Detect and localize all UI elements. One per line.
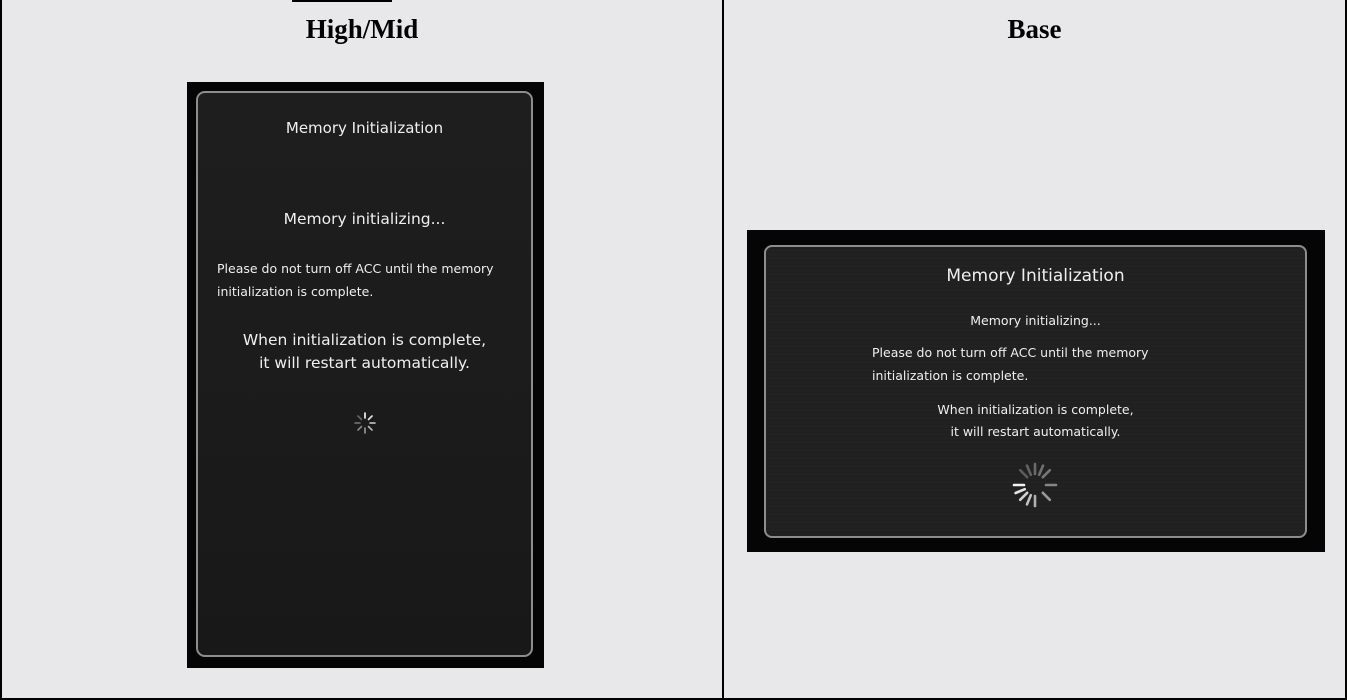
column-header-base: Base: [1007, 14, 1062, 44]
warning-text-line1: Please do not turn off ACC until the mem…: [872, 345, 1149, 360]
restart-text-line2: it will restart automatically.: [950, 424, 1121, 439]
loading-spinner-icon: [354, 412, 376, 434]
high-mid-display: Memory Initialization Memory initializin…: [187, 82, 544, 668]
dialog-title: Memory Initialization: [946, 266, 1125, 286]
top-edge-fragment: [292, 0, 392, 2]
column-divider: [722, 0, 724, 700]
warning-text-line2: initialization is complete.: [217, 284, 374, 299]
loading-spinner-icon: [1012, 462, 1058, 508]
status-text: Memory initializing...: [970, 313, 1101, 328]
memory-init-dialog: Memory Initialization Memory initializin…: [196, 91, 533, 657]
memory-init-dialog: Memory Initialization Memory initializin…: [764, 245, 1307, 538]
restart-text-line1: When initialization is complete,: [242, 331, 487, 349]
status-text: Memory initializing...: [283, 210, 446, 228]
dialog-title: Memory Initialization: [285, 119, 444, 137]
column-header-high-mid: High/Mid: [305, 14, 419, 44]
base-display: Memory Initialization Memory initializin…: [747, 230, 1325, 552]
warning-text-line2: initialization is complete.: [872, 368, 1029, 383]
warning-text-line1: Please do not turn off ACC until the mem…: [217, 261, 494, 276]
restart-text-line2: it will restart automatically.: [259, 354, 470, 372]
restart-text-line1: When initialization is complete,: [937, 402, 1134, 417]
